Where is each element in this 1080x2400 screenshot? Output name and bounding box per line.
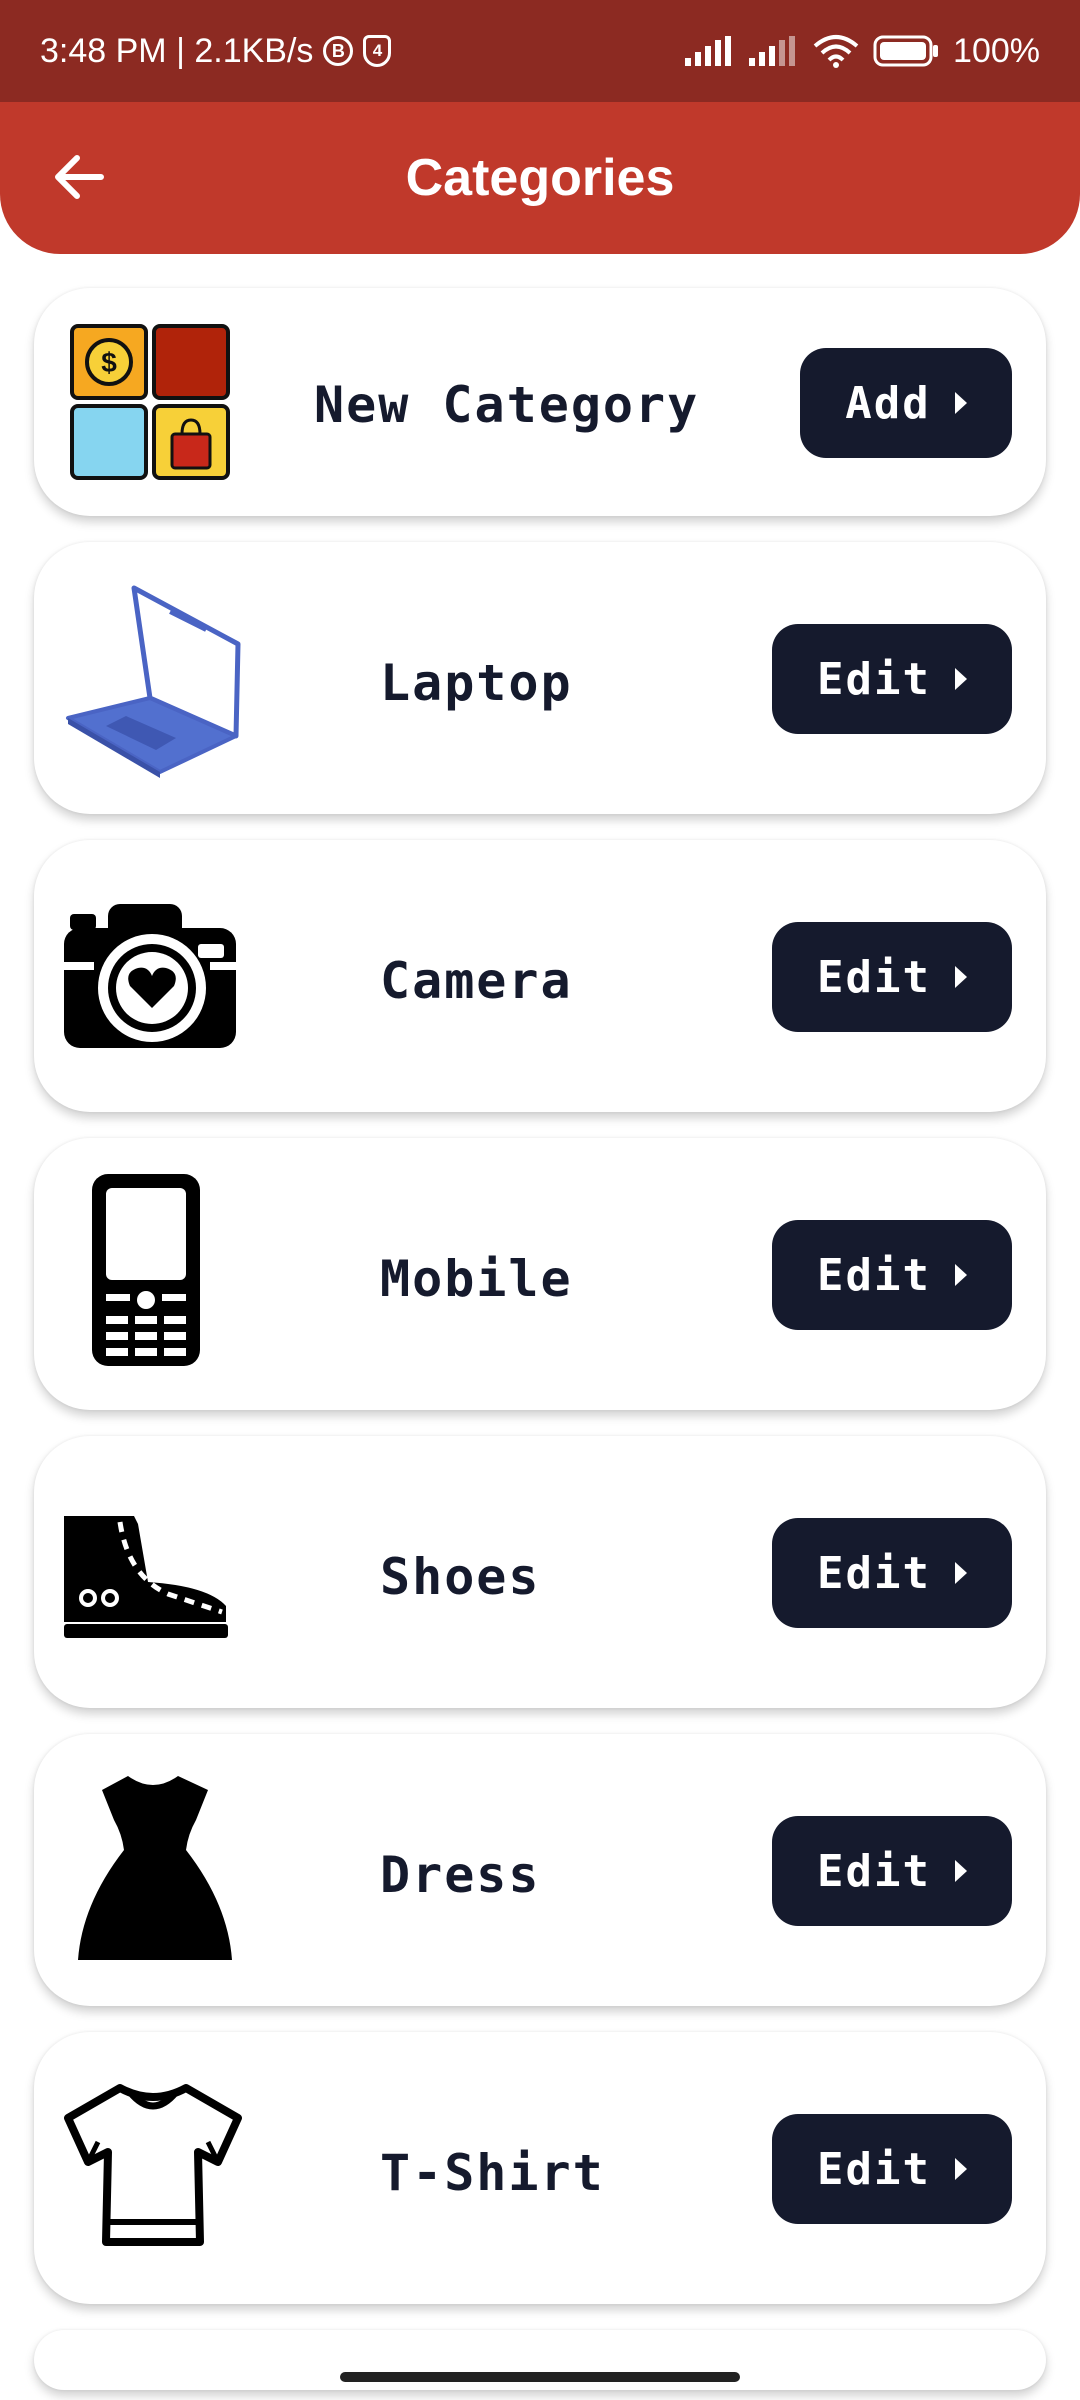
- edit-shoes-button[interactable]: Edit: [772, 1518, 1012, 1628]
- add-button-label: Add: [845, 377, 931, 429]
- category-card-dress: Dress Edit: [34, 1734, 1046, 2006]
- edit-button-label: Edit: [817, 1249, 931, 1301]
- edit-dress-button[interactable]: Edit: [772, 1816, 1012, 1926]
- app-bar: Categories: [0, 102, 1080, 254]
- b-badge-icon: B: [323, 36, 354, 66]
- status-time-speed: 3:48 PM | 2.1KB/s: [40, 31, 314, 70]
- page-title: Categories: [405, 149, 675, 207]
- svg-text:$: $: [101, 347, 117, 378]
- chevron-right-icon: [954, 392, 967, 414]
- wifi-icon: [813, 35, 859, 68]
- category-card-shoes: Shoes Edit: [34, 1436, 1046, 1708]
- shoe-icon: [58, 1466, 248, 1666]
- category-label: Shoes: [380, 1548, 541, 1606]
- chevron-right-icon: [954, 2158, 967, 2180]
- chevron-right-icon: [954, 1562, 967, 1584]
- back-button[interactable]: [44, 142, 114, 212]
- category-card-camera: Camera Edit: [34, 840, 1046, 1112]
- camera-icon: [58, 870, 248, 1070]
- edit-laptop-button[interactable]: Edit: [772, 624, 1012, 734]
- shield-badge-icon: 4: [363, 35, 392, 67]
- edit-button-label: Edit: [817, 2143, 931, 2195]
- edit-tshirt-button[interactable]: Edit: [772, 2114, 1012, 2224]
- arrow-left-icon: [55, 155, 104, 199]
- dress-icon: [58, 1764, 248, 1964]
- status-left: 3:48 PM | 2.1KB/s B 4: [40, 31, 392, 71]
- edit-mobile-button[interactable]: Edit: [772, 1220, 1012, 1330]
- category-label: Mobile: [380, 1250, 573, 1308]
- edit-camera-button[interactable]: Edit: [772, 922, 1012, 1032]
- category-label: New Category: [314, 376, 700, 434]
- battery-icon: [873, 35, 939, 67]
- new-category-grid-icon: $: [68, 322, 232, 482]
- category-label: Camera: [380, 952, 573, 1010]
- status-bar: 3:48 PM | 2.1KB/s B 4 100%: [0, 0, 1080, 102]
- edit-button-label: Edit: [817, 653, 931, 705]
- status-right: 100%: [685, 32, 1040, 71]
- chevron-right-icon: [954, 1264, 967, 1286]
- mobile-phone-icon: [58, 1168, 248, 1368]
- category-label: T-Shirt: [380, 2144, 605, 2202]
- edit-button-label: Edit: [817, 1845, 931, 1897]
- signal-icon: [685, 36, 732, 66]
- category-card-new: $ New Category Add: [34, 288, 1046, 516]
- edit-button-label: Edit: [817, 1547, 931, 1599]
- add-category-button[interactable]: Add: [800, 348, 1012, 458]
- signal-icon-2: [749, 36, 796, 66]
- category-label: Dress: [380, 1846, 541, 1904]
- edit-button-label: Edit: [817, 951, 931, 1003]
- category-label: Laptop: [380, 654, 573, 712]
- chevron-right-icon: [954, 1860, 967, 1882]
- chevron-right-icon: [954, 668, 967, 690]
- category-card-laptop: Laptop Edit: [34, 542, 1046, 814]
- tshirt-icon: [58, 2062, 248, 2262]
- category-card-tshirt: T-Shirt Edit: [34, 2032, 1046, 2304]
- battery-percent: 100%: [953, 31, 1040, 70]
- laptop-icon: [58, 578, 248, 778]
- chevron-right-icon: [954, 966, 967, 988]
- category-card-mobile: Mobile Edit: [34, 1138, 1046, 1410]
- home-indicator[interactable]: [340, 2372, 740, 2382]
